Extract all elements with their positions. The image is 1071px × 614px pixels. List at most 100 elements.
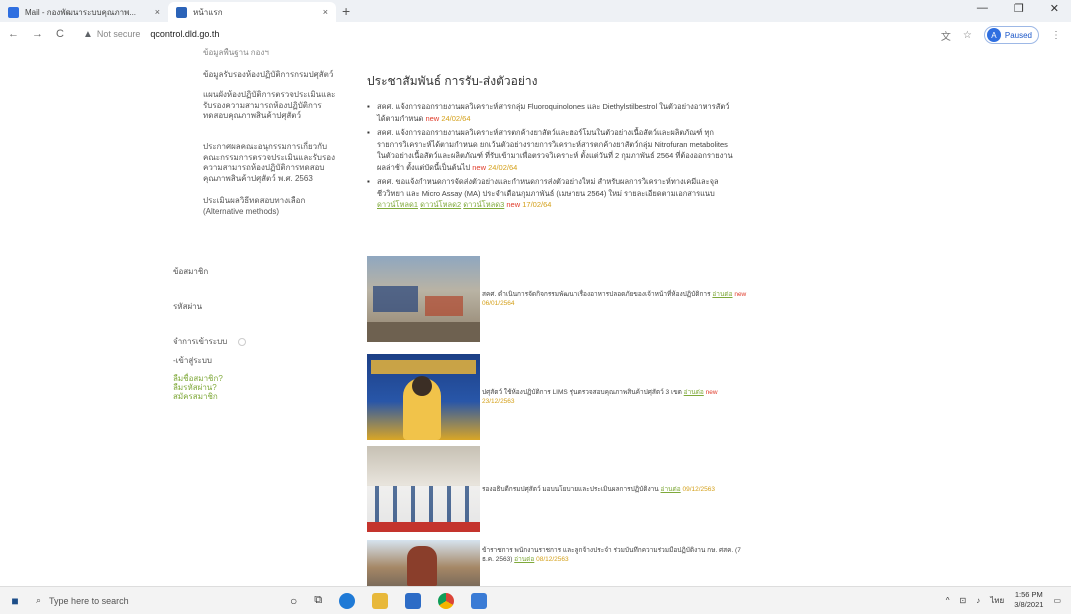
new-tab-button[interactable]: + bbox=[342, 3, 350, 19]
address-bar: ← → C ▲ Not secure qcontrol.dld.go.th 文 … bbox=[0, 22, 1071, 46]
remember-label: จำการเข้าระบบ bbox=[173, 337, 228, 346]
password-label: รหัสผ่าน bbox=[173, 302, 203, 311]
file-explorer-icon[interactable] bbox=[372, 592, 389, 609]
announcement-date: 24/02/64 bbox=[441, 113, 471, 123]
news-item: สคศ. ดำเนินการจัดกิจกรรมพัฒนาเรื่องอาหาร… bbox=[367, 256, 747, 342]
url-field[interactable]: qcontrol.dld.go.th bbox=[150, 29, 219, 39]
not-secure-label[interactable]: Not secure bbox=[97, 29, 141, 39]
news-date: 08/12/2563 bbox=[536, 556, 569, 563]
taskbar-apps: ○ ⧉ bbox=[290, 592, 488, 609]
windows-start-icon[interactable]: ■ bbox=[0, 594, 30, 608]
section-heading: ประชาสัมพันธ์ การรับ-ส่งตัวอย่าง bbox=[367, 74, 538, 88]
news-date: 09/12/2563 bbox=[682, 485, 716, 493]
announcement-date: 24/02/64 bbox=[488, 162, 518, 172]
news-caption: ข้าราชการ พนักงานราชการ และลูกจ้างประจำ … bbox=[482, 546, 747, 564]
remember-checkbox[interactable] bbox=[237, 337, 246, 346]
taskbar-search-box[interactable]: ⌕ Type here to search bbox=[30, 590, 260, 612]
news-caption: ปศุสัตว์ ใช้ห้องปฏิบัติการ LIMS รุ่นตรวจ… bbox=[482, 388, 747, 406]
translate-icon[interactable]: 文 bbox=[941, 28, 951, 43]
reload-button[interactable]: C bbox=[56, 28, 64, 40]
sidebar-item-alternative-methods[interactable]: ประเมินผลวิธีทดสอบทางเลือก (Alternative … bbox=[203, 196, 343, 217]
news-date: 06/01/2564 bbox=[482, 300, 515, 307]
minimize-button[interactable]: — bbox=[977, 2, 988, 15]
search-icon: ⌕ bbox=[36, 595, 42, 605]
read-more-link[interactable]: อ่านต่อ bbox=[712, 291, 732, 298]
list-item: สคศ. ขอแจ้งกำหนดการจัดส่งตัวอย่างและกำหน… bbox=[367, 176, 737, 211]
clock[interactable]: 1:56 PM 3/8/2021 bbox=[1014, 590, 1043, 610]
sidebar-item-lab-certification[interactable]: ข้อมูลรับรองห้องปฏิบัติการกรมปศุสัตว์ bbox=[203, 70, 343, 81]
tab-title: Mail - กองพัฒนาระบบคุณภาพ... bbox=[25, 7, 137, 17]
account-links: ลืมชื่อสมาชิก? ลืมรหัสผ่าน? สมัครสมาชิก bbox=[173, 374, 223, 401]
clock-time: 1:56 PM bbox=[1014, 590, 1043, 599]
taskbar: ■ ⌕ Type here to search ○ ⧉ ^ ⊡ ♪ ไทย 1:… bbox=[0, 586, 1071, 614]
sidebar-item-committee-announcement[interactable]: ประกาศผลคณะอนุกรรมการเกี่ยวกับคณะกรรมการ… bbox=[203, 142, 343, 184]
volume-icon[interactable]: ♪ bbox=[976, 596, 980, 605]
news-caption: สคศ. ดำเนินการจัดกิจกรรมพัฒนาเรื่องอาหาร… bbox=[482, 290, 747, 308]
news-item: ปศุสัตว์ ใช้ห้องปฏิบัติการ LIMS รุ่นตรวจ… bbox=[367, 354, 747, 440]
close-window-button[interactable]: ✕ bbox=[1050, 2, 1059, 15]
tray-expand-icon[interactable]: ^ bbox=[946, 596, 950, 605]
news-item: รองอธิบดีกรมปศุสัตว์ มอบนโยบายและประเมิน… bbox=[367, 446, 747, 532]
login-button[interactable]: -เข้าสู่ระบบ bbox=[173, 354, 212, 367]
system-tray: ^ ⊡ ♪ ไทย 1:56 PM 3/8/2021 ▭ bbox=[946, 590, 1061, 610]
announcements-section: ประชาสัมพันธ์ การรับ-ส่งตัวอย่าง สคศ. แจ… bbox=[367, 72, 737, 214]
sidebar-item-basic-info[interactable]: ข้อมูลพื้นฐาน กองฯ bbox=[203, 48, 343, 57]
maximize-button[interactable]: ❐ bbox=[1014, 2, 1024, 15]
toolbar-right: 文 ☆ A Paused ⋮ bbox=[941, 26, 1061, 44]
language-indicator[interactable]: ไทย bbox=[990, 594, 1004, 607]
tab-close-icon[interactable]: × bbox=[155, 7, 160, 17]
mail-favicon-icon bbox=[8, 6, 19, 18]
profile-status: Paused bbox=[1004, 30, 1032, 40]
warning-icon[interactable]: ▲ bbox=[83, 29, 93, 40]
new-badge: new bbox=[425, 113, 440, 123]
network-icon[interactable]: ⊡ bbox=[960, 596, 967, 605]
photos-icon[interactable] bbox=[471, 592, 488, 609]
announcement-list: สคศ. แจ้งการออกรายงานผลวิเคราะห์สารกลุ่ม… bbox=[367, 101, 737, 211]
mail-icon[interactable] bbox=[405, 592, 422, 609]
avatar: A bbox=[986, 28, 1001, 42]
list-item: สคศ. แจ้งการออกรายงานผลวิเคราะห์สารตกค้า… bbox=[367, 127, 737, 173]
task-view-icon[interactable]: ⧉ bbox=[314, 594, 322, 607]
forward-button[interactable]: → bbox=[32, 28, 43, 40]
new-badge: new bbox=[705, 389, 718, 396]
new-badge: new bbox=[472, 162, 487, 172]
read-more-link[interactable]: อ่านต่อ bbox=[514, 556, 534, 563]
new-badge: new bbox=[506, 200, 521, 209]
read-more-link[interactable]: อ่านต่อ bbox=[661, 486, 681, 493]
news-photo[interactable] bbox=[367, 540, 480, 586]
forgot-password-link[interactable]: ลืมรหัสผ่าน? bbox=[173, 383, 223, 392]
news-caption: รองอธิบดีกรมปศุสัตว์ มอบนโยบายและประเมิน… bbox=[482, 485, 715, 494]
forgot-username-link[interactable]: ลืมชื่อสมาชิก? bbox=[173, 374, 223, 383]
news-caption-text[interactable]: รองอธิบดีกรมปศุสัตว์ มอบนโยบายและประเมิน… bbox=[482, 486, 659, 493]
menu-dots-icon[interactable]: ⋮ bbox=[1051, 30, 1061, 41]
tab-mail[interactable]: Mail - กองพัฒนาระบบคุณภาพ... × bbox=[0, 2, 168, 22]
read-more-link[interactable]: อ่านต่อ bbox=[684, 389, 704, 396]
profile-button[interactable]: A Paused bbox=[983, 26, 1039, 44]
download-link-2[interactable]: ดาวน์โหลด2 bbox=[420, 200, 461, 209]
chrome-icon[interactable] bbox=[438, 592, 455, 609]
register-link[interactable]: สมัครสมาชิก bbox=[173, 392, 223, 401]
tab-close-icon[interactable]: × bbox=[323, 7, 328, 17]
clock-date: 3/8/2021 bbox=[1014, 600, 1044, 609]
download-link-3[interactable]: ดาวน์โหลด3 bbox=[463, 200, 504, 209]
announcement-date: 17/02/64 bbox=[522, 200, 552, 209]
announcement-text[interactable]: สคศ. แจ้งการออกรายงานผลวิเคราะห์สารตกค้า… bbox=[377, 128, 733, 172]
news-photo[interactable] bbox=[367, 354, 480, 440]
notifications-icon[interactable]: ▭ bbox=[1053, 596, 1061, 605]
username-label: ข้อสมาชิก bbox=[173, 267, 209, 276]
news-caption-text[interactable]: ปศุสัตว์ ใช้ห้องปฏิบัติการ LIMS รุ่นตรวจ… bbox=[482, 389, 682, 396]
tab-home[interactable]: หน้าแรก × bbox=[168, 2, 336, 22]
edge-icon[interactable] bbox=[339, 592, 356, 609]
back-button[interactable]: ← bbox=[8, 28, 19, 40]
announcement-text[interactable]: สคศ. ขอแจ้งกำหนดการจัดส่งตัวอย่างและกำหน… bbox=[377, 177, 719, 198]
tab-title: หน้าแรก bbox=[193, 7, 223, 17]
news-photo[interactable] bbox=[367, 446, 480, 532]
cortana-icon[interactable]: ○ bbox=[290, 594, 297, 608]
news-photo[interactable] bbox=[367, 256, 480, 342]
remember-row[interactable]: จำการเข้าระบบ bbox=[173, 335, 246, 348]
sidebar-item-lab-assessment[interactable]: แผนผังห้องปฏิบัติการตรวจประเมินและรับรอง… bbox=[203, 90, 343, 122]
news-caption-text[interactable]: สคศ. ดำเนินการจัดกิจกรรมพัฒนาเรื่องอาหาร… bbox=[482, 291, 711, 298]
download-link-1[interactable]: ดาวน์โหลด1 bbox=[377, 200, 418, 209]
bookmark-star-icon[interactable]: ☆ bbox=[963, 30, 972, 41]
list-item: สคศ. แจ้งการออกรายงานผลวิเคราะห์สารกลุ่ม… bbox=[367, 101, 737, 124]
